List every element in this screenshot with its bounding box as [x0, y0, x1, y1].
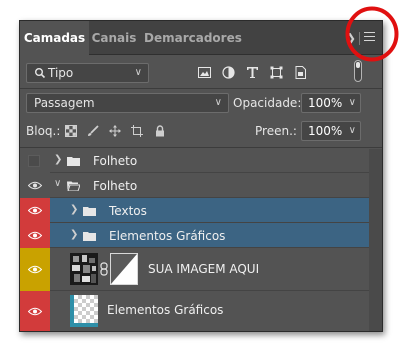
tab-channels[interactable]: Canais — [90, 21, 138, 55]
chevron-down-icon: ∨ — [348, 97, 356, 108]
visibility-toggle[interactable] — [20, 291, 50, 331]
layer-row[interactable]: ❯ Folheto — [20, 148, 369, 173]
filter-type-label: Tipo — [48, 66, 74, 80]
tab-layers[interactable]: Camadas — [20, 21, 89, 56]
layer-row[interactable]: SUA IMAGEM AQUI — [20, 248, 369, 291]
layer-name: Elementos Gráficos — [109, 229, 226, 243]
layer-name: Textos — [109, 204, 147, 218]
search-icon — [35, 68, 46, 79]
lock-position-move-icon[interactable] — [109, 125, 121, 137]
eye-icon — [28, 307, 42, 316]
visibility-toggle[interactable] — [20, 223, 50, 248]
eye-icon — [28, 265, 42, 274]
chevron-right-icon[interactable]: ❯ — [70, 229, 78, 240]
type-filter-icon[interactable] — [246, 66, 259, 79]
folder-icon — [67, 157, 80, 166]
hidden-visibility-box — [28, 155, 40, 167]
opacity-label: Opacidade: — [233, 96, 302, 110]
folder-icon — [83, 207, 96, 216]
chevron-down-icon: ∨ — [214, 97, 222, 108]
visibility-toggle[interactable] — [20, 248, 50, 291]
divider — [20, 88, 382, 89]
stage: Camadas Canais Demarcadores ❯ Tipo ∨ Pas… — [0, 0, 400, 349]
chevron-down-icon: ∨ — [348, 125, 356, 136]
adjustment-filter-icon[interactable] — [222, 66, 235, 79]
layer-row-selected[interactable]: ❯ Textos — [20, 198, 369, 223]
open-folder-icon — [67, 181, 80, 191]
layer-name: Elementos Gráficos — [107, 303, 224, 317]
fill-label: Preen.: — [255, 124, 297, 138]
chevron-down-icon: ∨ — [134, 67, 142, 78]
visibility-toggle[interactable] — [20, 173, 50, 198]
layer-row-selected[interactable]: ❯ Elementos Gráficos — [20, 223, 369, 248]
chevron-right-icon[interactable]: ❯ — [70, 204, 78, 215]
eye-icon — [28, 206, 42, 215]
layer-name: SUA IMAGEM AQUI — [148, 262, 260, 276]
lock-transparency-icon[interactable] — [65, 125, 77, 137]
chevron-right-icon[interactable]: ❯ — [54, 154, 62, 165]
fill-value: 100% — [308, 124, 343, 138]
lock-pixels-brush-icon[interactable] — [87, 125, 99, 137]
fill-field[interactable]: 100% ∨ — [301, 121, 361, 141]
layers-panel: Camadas Canais Demarcadores ❯ Tipo ∨ Pas… — [19, 20, 383, 332]
layer-filter-select[interactable]: Tipo ∨ — [26, 63, 149, 83]
shape-filter-icon[interactable] — [270, 66, 283, 79]
lock-artboard-icon[interactable] — [131, 125, 143, 137]
layer-name: Folheto — [93, 154, 138, 168]
lock-label: Bloq.: — [26, 124, 61, 138]
opacity-field[interactable]: 100% ∨ — [301, 93, 361, 113]
blend-mode-select[interactable]: Passagem ∨ — [26, 93, 229, 113]
filter-toggle[interactable] — [354, 60, 362, 82]
highlight-circle-annotation — [345, 6, 399, 62]
layer-name: Folheto — [93, 179, 138, 193]
eye-icon — [28, 231, 42, 240]
opacity-value: 100% — [308, 96, 343, 110]
tab-paths[interactable]: Demarcadores — [144, 21, 242, 55]
visibility-toggle[interactable] — [20, 148, 50, 173]
chevron-down-icon[interactable]: ∨ — [54, 178, 61, 189]
image-filter-icon[interactable] — [198, 66, 211, 79]
lock-all-icon[interactable] — [154, 125, 166, 137]
chain-link-icon[interactable] — [100, 262, 108, 276]
eye-icon — [28, 181, 42, 190]
layer-row[interactable]: Elementos Gráficos — [20, 291, 369, 331]
smart-object-filter-icon[interactable] — [294, 66, 307, 79]
layer-row[interactable]: ∨ Folheto — [20, 173, 369, 198]
panel-tab-bar: Camadas Canais Demarcadores ❯ — [20, 21, 382, 56]
visibility-toggle[interactable] — [20, 198, 50, 223]
layers-scrollbar[interactable] — [369, 149, 382, 331]
blend-mode-value: Passagem — [34, 96, 95, 110]
layer-mask-thumbnail[interactable] — [110, 253, 138, 285]
smart-object-thumbnail — [70, 295, 98, 327]
folder-icon — [83, 232, 96, 241]
image-layer-thumbnail — [70, 253, 98, 285]
